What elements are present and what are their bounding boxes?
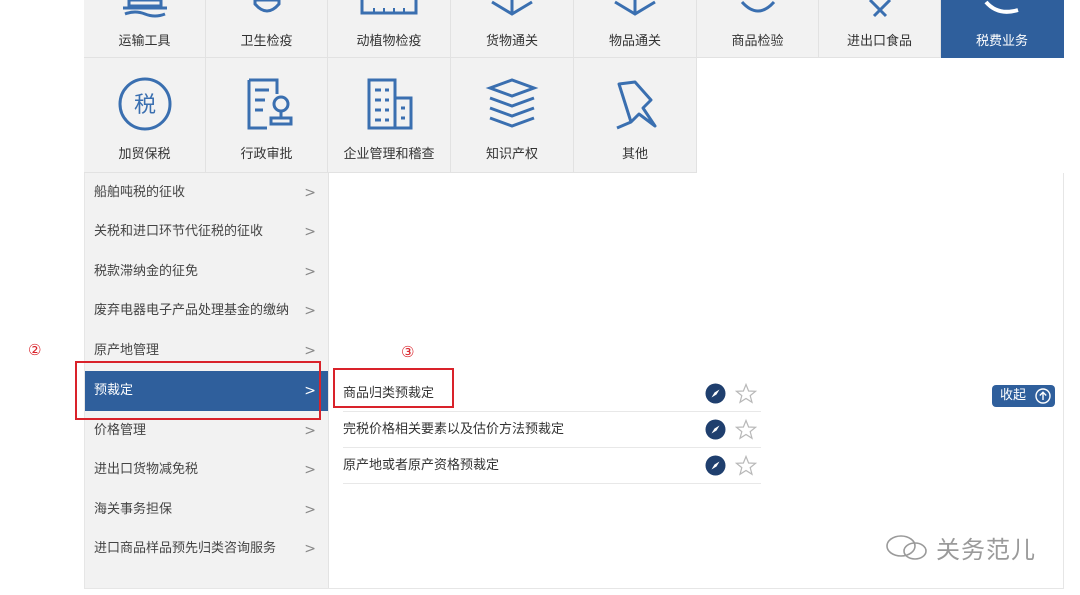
category-label: 货物通关	[485, 34, 538, 49]
category-plant-animal[interactable]: 动植物检疫	[328, 0, 451, 58]
compass-icon[interactable]	[705, 419, 726, 440]
nav-item-ewaste-fund[interactable]: 废弃电器电子产品处理基金的缴纳 >	[85, 291, 328, 331]
cargo-box-icon	[491, 0, 533, 16]
category-label: 卫生检疫	[240, 34, 293, 49]
nav-item-label: 进口商品样品预先归类咨询服务	[94, 541, 277, 556]
category-ip[interactable]: 知识产权	[451, 58, 574, 173]
sub-item-link[interactable]: 完税价格相关要素以及估价方法预裁定	[343, 412, 564, 448]
annotation-marker-3: ③	[401, 343, 415, 361]
annotation-marker-2: ②	[28, 341, 42, 359]
category-label: 其他	[621, 147, 648, 162]
svg-text:税: 税	[133, 93, 155, 118]
sub-item-valuation-ruling[interactable]: 完税价格相关要素以及估价方法预裁定	[343, 412, 761, 448]
nav-item-label: 船舶吨税的征收	[94, 185, 186, 200]
food-icon	[868, 0, 891, 18]
category-label: 商品检验	[731, 34, 784, 49]
category-other[interactable]: 其他	[574, 58, 697, 173]
category-label: 企业管理和稽查	[343, 147, 435, 162]
sub-item-origin-ruling[interactable]: 原产地或者原产资格预裁定	[343, 448, 761, 484]
annotation-box-classification	[333, 368, 454, 408]
star-icon[interactable]	[735, 455, 757, 476]
admin-approval-icon	[247, 78, 292, 130]
tax-fee-icon	[984, 0, 1019, 14]
arrow-up-circle-icon	[1035, 388, 1051, 404]
category-label: 税费业务	[975, 34, 1028, 49]
chevron-right-icon: >	[304, 462, 316, 478]
chevron-right-icon: >	[304, 541, 316, 557]
nav-item-label: 废弃电器电子产品处理基金的缴纳	[94, 303, 290, 318]
category-label: 物品通关	[608, 34, 661, 49]
category-bonded[interactable]: 税 加贸保税	[84, 58, 206, 173]
nav-item-late-fee[interactable]: 税款滞纳金的征免 >	[85, 252, 328, 292]
chevron-right-icon: >	[304, 224, 316, 240]
nav-item-label: 海关事务担保	[94, 502, 173, 517]
books-icon	[485, 78, 539, 128]
watermark-text: 关务范儿	[936, 536, 1036, 564]
nav-item-guarantee[interactable]: 海关事务担保 >	[85, 490, 328, 530]
nav-item-sample-classification[interactable]: 进口商品样品预先归类咨询服务 >	[85, 529, 328, 569]
category-parcel[interactable]: 物品通关	[574, 0, 697, 58]
pin-icon	[616, 80, 657, 130]
nav-item-label: 进出口货物减免税	[94, 462, 199, 477]
nav-item-exemption[interactable]: 进出口货物减免税 >	[85, 450, 328, 490]
category-admin-approval[interactable]: 行政审批	[206, 58, 328, 173]
nav-item-label: 价格管理	[94, 423, 147, 438]
nav-item-label: 原产地管理	[94, 343, 160, 358]
compass-icon[interactable]	[705, 383, 726, 404]
nav-item-tonnage-tax[interactable]: 船舶吨税的征收 >	[85, 173, 328, 213]
category-health[interactable]: 卫生检疫	[206, 0, 328, 58]
tax-circle-icon: 税	[118, 77, 171, 131]
star-icon[interactable]	[735, 419, 757, 440]
nav-item-label: 税款滞纳金的征免	[94, 264, 199, 279]
collapse-label: 收起	[1000, 388, 1027, 403]
sub-item-link[interactable]: 原产地或者原产资格预裁定	[343, 448, 499, 484]
chevron-right-icon: >	[304, 185, 316, 201]
inspection-icon	[740, 0, 775, 13]
category-transport[interactable]: 运输工具	[84, 0, 206, 58]
ship-icon	[122, 0, 167, 18]
nav-item-customs-duty[interactable]: 关税和进口环节代征税的征收 >	[85, 212, 328, 252]
chevron-right-icon: >	[304, 264, 316, 280]
nav-item-label: 关税和进口环节代征税的征收	[94, 224, 264, 239]
category-label: 加贸保税	[118, 147, 171, 162]
health-quarantine-icon	[253, 0, 280, 13]
chevron-right-icon: >	[304, 502, 316, 518]
category-food[interactable]: 进出口食品	[819, 0, 941, 58]
category-cargo[interactable]: 货物通关	[451, 0, 574, 58]
star-icon[interactable]	[735, 383, 757, 404]
category-label: 动植物检疫	[356, 34, 422, 49]
category-tax-fee[interactable]: 税费业务	[941, 0, 1064, 58]
building-icon	[367, 78, 413, 130]
parcel-box-icon	[614, 0, 656, 16]
plant-animal-icon	[360, 0, 418, 15]
category-inspection[interactable]: 商品检验	[697, 0, 819, 58]
category-enterprise[interactable]: 企业管理和稽查	[328, 58, 451, 173]
category-label: 行政审批	[240, 147, 293, 162]
category-label: 运输工具	[118, 34, 171, 49]
wechat-watermark-icon	[886, 535, 927, 560]
collapse-button[interactable]: 收起	[992, 385, 1055, 407]
chevron-right-icon: >	[304, 303, 316, 319]
category-label: 进出口食品	[846, 34, 912, 49]
compass-icon[interactable]	[705, 455, 726, 476]
category-label: 知识产权	[485, 147, 538, 162]
annotation-box-advance-ruling	[75, 361, 321, 420]
